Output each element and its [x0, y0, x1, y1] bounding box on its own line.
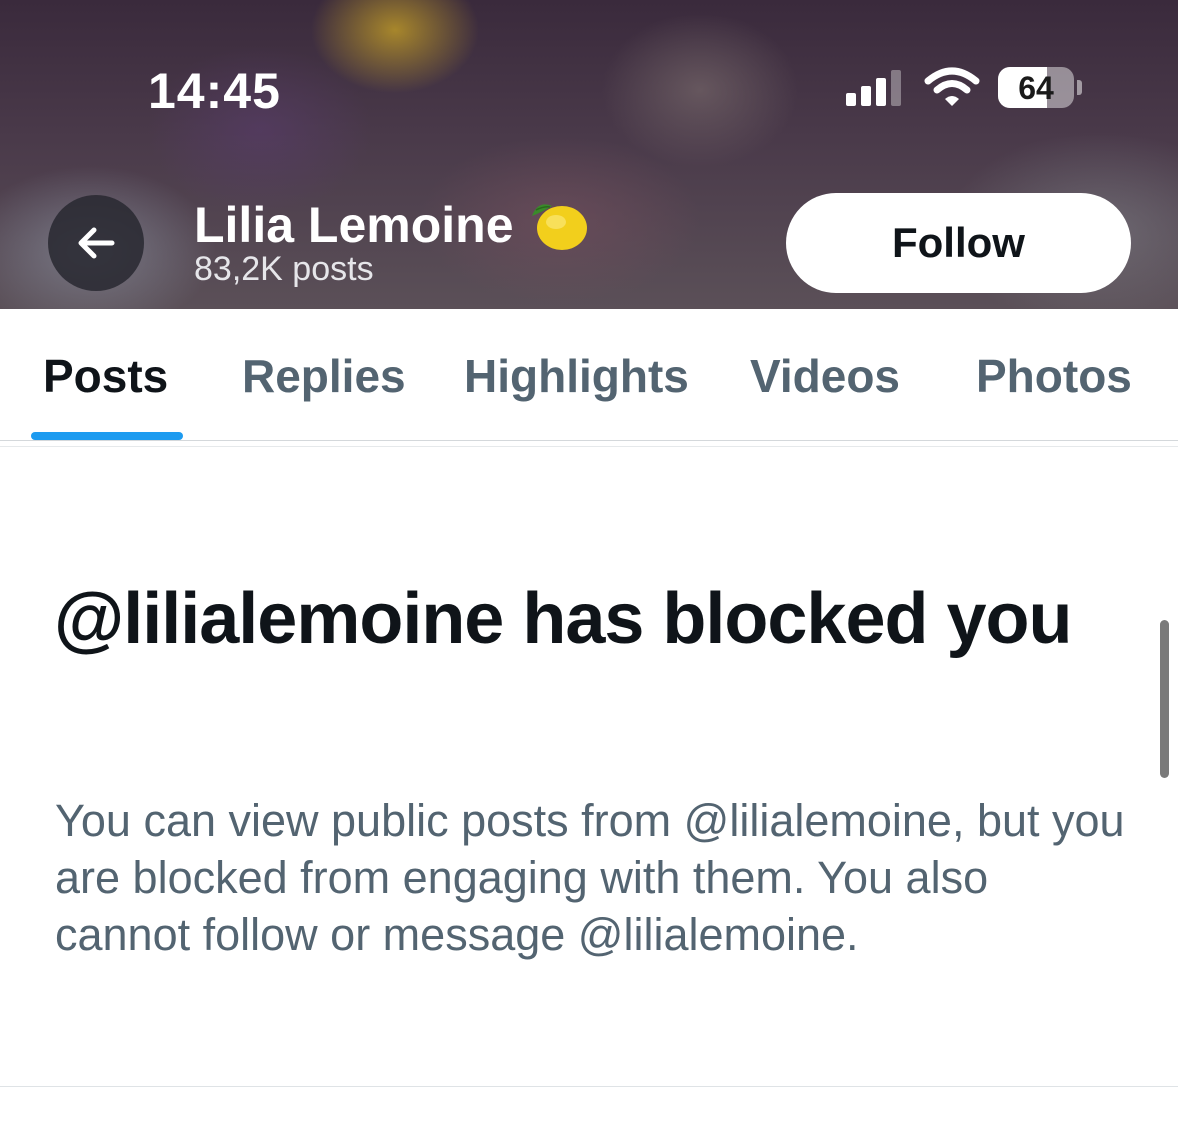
- battery-tip: [1077, 80, 1082, 95]
- profile-name: Lilia Lemoine: [194, 196, 590, 254]
- profile-header-banner: 14:45 64 Lilia Lemoine 83,2K posts Follo…: [0, 0, 1178, 309]
- signal-icon: [846, 70, 904, 106]
- blocked-title: @lilialemoine has blocked you: [54, 579, 1073, 659]
- scrollbar[interactable]: [1160, 620, 1169, 778]
- tabs-divider-secondary: [0, 446, 1178, 447]
- back-button[interactable]: [48, 195, 144, 291]
- blocked-description: You can view public posts from @lilialem…: [55, 795, 1125, 960]
- battery-percent: 64: [1018, 70, 1054, 106]
- tab-replies[interactable]: Replies: [242, 349, 406, 403]
- tab-photos[interactable]: Photos: [976, 349, 1132, 403]
- arrow-left-icon: [78, 227, 115, 259]
- post-count: 83,2K posts: [194, 250, 374, 288]
- tab-videos[interactable]: Videos: [750, 349, 900, 403]
- bottom-divider: [0, 1086, 1178, 1087]
- battery-icon: 64: [998, 67, 1074, 108]
- wifi-icon: [924, 66, 980, 108]
- status-time: 14:45: [148, 63, 281, 119]
- lemon-icon: [528, 196, 590, 254]
- tab-highlights[interactable]: Highlights: [464, 349, 689, 403]
- profile-tabs: Posts Replies Highlights Videos Photos: [0, 309, 1178, 443]
- follow-button[interactable]: Follow: [786, 193, 1131, 293]
- tab-posts[interactable]: Posts: [43, 349, 168, 403]
- active-tab-indicator: [31, 432, 183, 440]
- tabs-divider: [0, 440, 1178, 441]
- profile-name-text: Lilia Lemoine: [194, 197, 514, 253]
